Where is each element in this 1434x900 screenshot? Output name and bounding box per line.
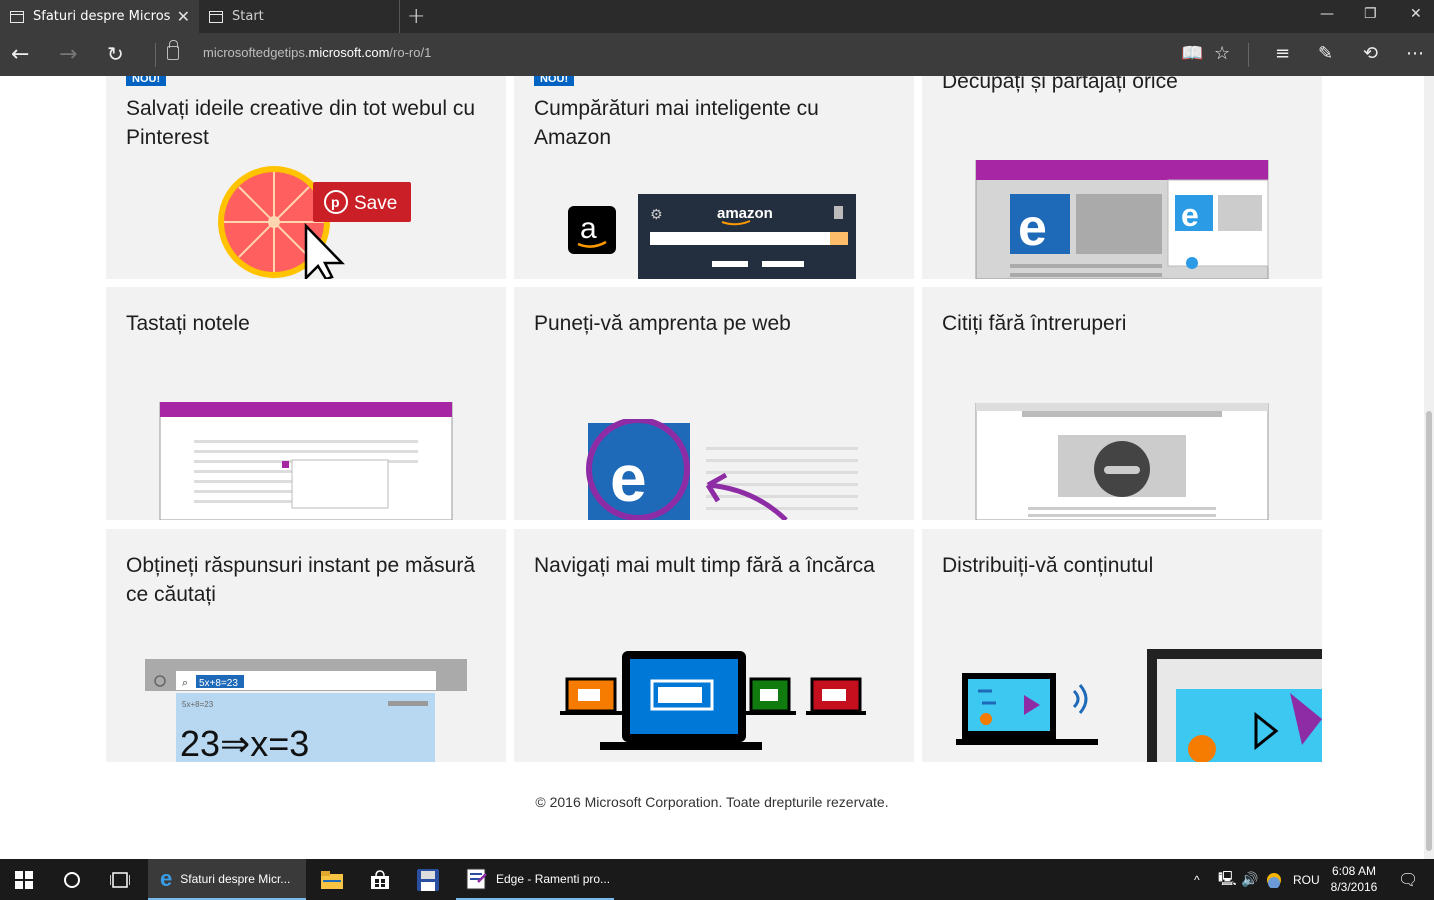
clock-date: 8/3/2016 [1330,880,1378,894]
search-answer: 23⇒x=3 [180,723,309,762]
card-title: Obțineți răspunsuri instant pe măsură ce… [126,554,476,606]
new-badge: NOU! [126,76,167,86]
card-title: Citiți fără întreruperi [942,312,1127,335]
forward-icon[interactable]: → [59,42,77,67]
task-view-icon[interactable] [96,859,144,900]
tab-title: Start [232,9,264,24]
more-icon[interactable]: ⋯ [1406,43,1424,64]
svg-text:e: e [1181,197,1199,233]
taskbar-app-document[interactable]: Edge - Ramenti pro... [456,859,614,900]
card-title: Cumpărături mai inteligente cu Amazon [534,97,819,149]
save-button-label: Save [354,193,397,214]
save-disk-icon[interactable] [404,859,452,900]
new-badge: NOU! [534,76,575,86]
action-center-icon[interactable]: 🗨 [1398,859,1418,900]
page-content: NOU! Salvați ideile creative din tot web… [0,76,1434,859]
card-clip[interactable]: Decupați și partajați orice e e [922,76,1322,279]
web-note-icon[interactable]: ✎ [1318,43,1333,64]
back-icon[interactable]: ← [11,42,29,67]
tab-bar: Sfaturi despre Microsoft ✕ Start + — ❐ ✕ [0,0,1434,33]
search-query: 5x+8=23 [199,678,238,689]
notes-illustration [159,402,453,520]
close-window-icon[interactable]: ✕ [1410,6,1422,22]
start-button[interactable] [0,859,48,900]
card-title: Puneți-vă amprenta pe web [534,312,791,335]
document-app-icon [466,868,487,889]
taskbar: e Sfaturi despre Micr... Edge - Ramenti … [0,859,1434,900]
minimize-icon[interactable]: — [1320,6,1334,22]
card-title: Salvați ideile creative din tot webul cu… [126,97,476,149]
store-icon[interactable] [356,859,404,900]
favorite-star-icon[interactable]: ☆ [1214,43,1230,64]
tab-sfaturi[interactable]: Sfaturi despre Microsoft ✕ [0,0,199,33]
clip-illustration: e e [975,160,1269,279]
markup-illustration: e [586,419,858,520]
divider [1248,43,1249,67]
card-title: Distribuiți-vă conținutul [942,554,1154,577]
card-amazon[interactable]: NOU! Cumpărături mai inteligente cu Amaz… [514,76,914,279]
svg-text:e: e [1018,199,1047,257]
battery-illustration [560,651,866,750]
reading-illustration [975,403,1269,520]
scrollbar-thumb[interactable] [1426,411,1432,851]
clock[interactable]: 6:08 AM 8/3/2016 [1324,863,1384,895]
cortana-icon[interactable] [48,859,96,900]
refresh-icon[interactable]: ↻ [107,42,124,66]
tab-page-icon [209,10,223,23]
lock-icon[interactable] [167,40,179,60]
show-hidden-icons[interactable]: ^ [1194,859,1200,900]
new-tab-icon[interactable]: + [407,4,425,29]
tab-page-icon [10,10,24,23]
edge-icon: e [160,865,173,891]
card-search[interactable]: Obțineți răspunsuri instant pe măsură ce… [106,529,506,762]
file-explorer-icon[interactable] [308,859,356,900]
language-indicator[interactable]: ROU [1293,859,1320,900]
card-battery[interactable]: Navigați mai mult timp fără a încărca [514,529,914,762]
volume-icon[interactable]: 🔊 [1241,859,1258,900]
taskbar-app-label: Sfaturi despre Micr... [180,871,291,886]
divider [155,43,156,67]
network-icon[interactable]: 🖳 [1218,859,1237,900]
reading-view-icon[interactable]: 📖 [1181,43,1203,64]
card-cast[interactable]: Distribuiți-vă conținutul [922,529,1322,762]
card-title: Navigați mai mult timp fără a încărca [534,554,875,577]
windows-icon [15,870,33,889]
card-notes[interactable]: Tastați notele [106,287,506,520]
url-field[interactable]: microsoftedgetips.microsoft.com/ro-ro/1 [203,45,431,60]
tab-title: Sfaturi despre Microsoft [33,9,171,24]
weather-icon[interactable] [1266,859,1282,900]
cast-illustration [956,649,1322,762]
card-reading[interactable]: Citiți fără întreruperi [922,287,1322,520]
address-bar: ← → ↻ microsoftedgetips.microsoft.com/ro… [0,33,1434,76]
clock-time: 6:08 AM [1331,864,1377,878]
search-illustration: ⌕ 5x+8=23 5x+8=23 23⇒x=3 [145,659,467,762]
taskbar-app-edge[interactable]: e Sfaturi despre Micr... [148,859,306,900]
svg-text:e: e [610,441,647,515]
close-tab-icon[interactable]: ✕ [177,7,190,26]
svg-text:⌕: ⌕ [182,676,188,689]
svg-text:a: a [580,212,597,245]
restore-icon[interactable]: ❐ [1364,6,1377,22]
amazon-logo-text: amazon [717,205,773,222]
tab-start[interactable]: Start [199,0,400,33]
card-title: Decupați și partajați orice [942,76,1178,93]
amazon-illustration: a amazon ⚙ [568,194,856,279]
scrollbar[interactable] [1424,76,1434,859]
page-footer: © 2016 Microsoft Corporation. Toate drep… [535,794,889,810]
search-suggestion: 5x+8=23 [182,700,214,709]
svg-text:p: p [331,194,340,210]
pinterest-illustration: p Save [218,166,411,279]
svg-text:⚙: ⚙ [650,207,663,223]
hub-icon[interactable]: ≡ [1275,43,1290,64]
share-icon[interactable]: ⟲ [1363,43,1378,64]
card-markup[interactable]: Puneți-vă amprenta pe web e [514,287,914,520]
taskbar-app-label: Edge - Ramenti pro... [496,871,611,886]
card-pinterest[interactable]: NOU! Salvați ideile creative din tot web… [106,76,506,279]
card-title: Tastați notele [126,312,250,335]
